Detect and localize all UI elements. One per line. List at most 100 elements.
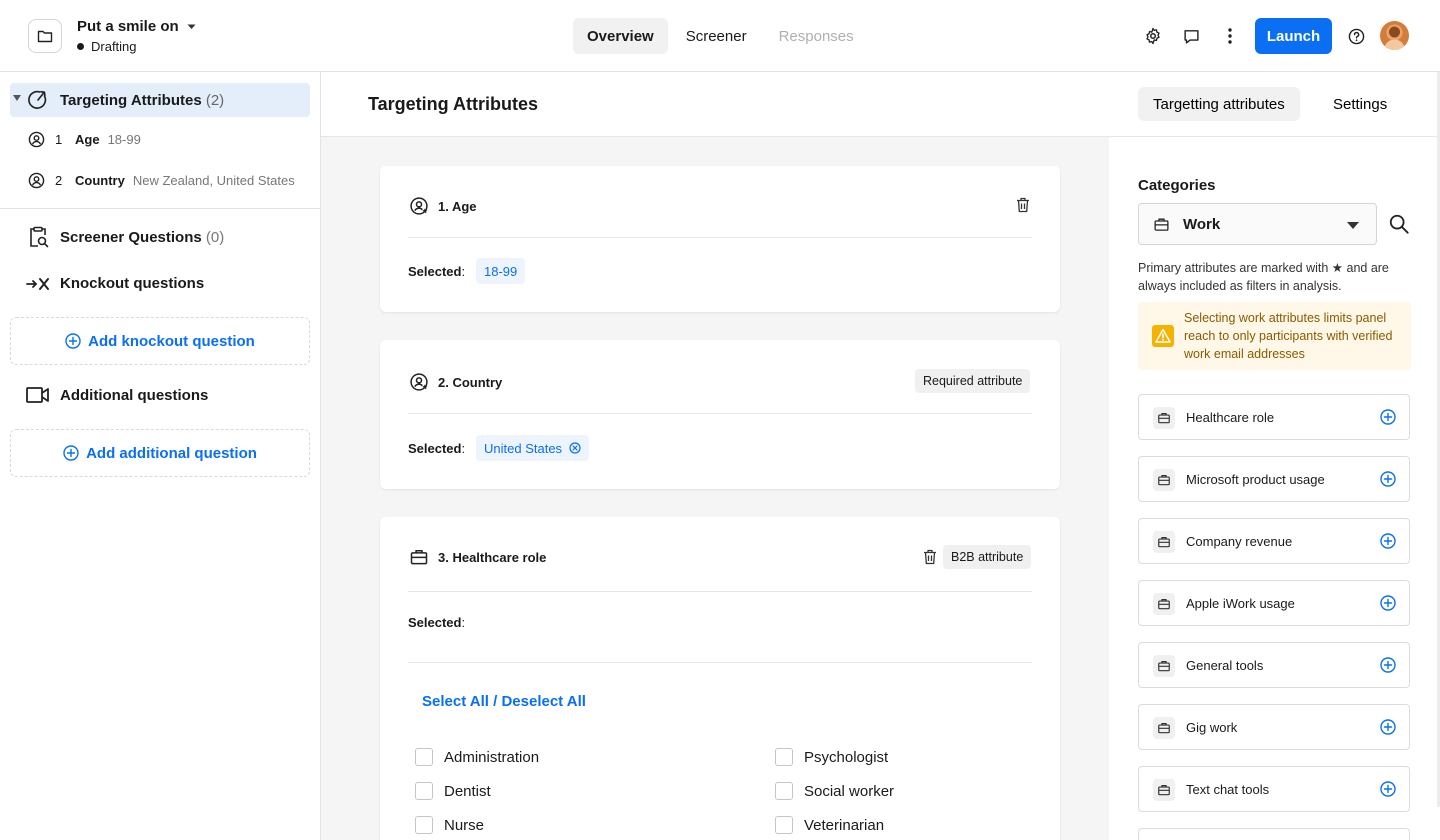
attribute-value: New Zealand, United States bbox=[132, 172, 295, 188]
checkbox[interactable] bbox=[775, 748, 793, 766]
attribute-option-label: Healthcare role bbox=[1186, 410, 1275, 425]
tab-settings[interactable]: Settings bbox=[1318, 87, 1402, 121]
chip-label: United States bbox=[484, 440, 563, 456]
help-button[interactable] bbox=[1344, 24, 1368, 48]
warning-text: Selecting work attributes limits panel r… bbox=[1184, 311, 1393, 361]
sidebar-attribute-age[interactable]: 1 Age 18-99 bbox=[28, 129, 141, 149]
search-icon bbox=[1389, 214, 1409, 234]
selected-chip[interactable]: 18-99 bbox=[476, 258, 526, 284]
tab-overview[interactable]: Overview bbox=[573, 18, 668, 54]
sidebar-item-knockout-questions[interactable]: Knockout questions bbox=[26, 275, 204, 292]
help-icon bbox=[1348, 28, 1364, 44]
search-button[interactable] bbox=[1388, 213, 1410, 235]
card-title: 1. Age bbox=[409, 196, 477, 216]
option-psychologist[interactable]: Psychologist bbox=[775, 748, 888, 766]
selected-label: Selected: bbox=[408, 264, 466, 279]
option-veterinarian[interactable]: Veterinarian bbox=[775, 816, 884, 834]
add-circle-icon[interactable] bbox=[1380, 533, 1396, 549]
attribute-option-healthcare-role[interactable]: Healthcare role bbox=[1138, 394, 1410, 440]
add-additional-label: Add additional question bbox=[86, 444, 257, 462]
category-dropdown[interactable]: Work bbox=[1138, 203, 1377, 245]
more-button[interactable] bbox=[1218, 24, 1242, 48]
person-star-icon bbox=[410, 373, 428, 391]
sidebar-item-additional-questions[interactable]: Additional questions bbox=[26, 386, 208, 404]
checkbox[interactable] bbox=[775, 816, 793, 834]
add-circle-icon[interactable] bbox=[1380, 595, 1396, 611]
checkbox[interactable] bbox=[415, 748, 433, 766]
project-title[interactable]: Put a smile on bbox=[77, 18, 196, 35]
sidebar-item-targeting-attributes[interactable]: Targeting Attributes (2) bbox=[10, 83, 310, 117]
warning-icon bbox=[1152, 325, 1174, 347]
add-circle-icon[interactable] bbox=[1380, 409, 1396, 425]
card-title-text: 3. Healthcare role bbox=[438, 549, 547, 565]
briefcase-icon bbox=[1154, 218, 1169, 231]
attribute-option-label: Gig work bbox=[1186, 720, 1238, 735]
attribute-value: 18-99 bbox=[107, 131, 141, 147]
video-icon bbox=[26, 387, 49, 403]
add-additional-question-button[interactable]: Add additional question bbox=[10, 429, 310, 477]
left-sidebar: Targeting Attributes (2) 1 Age 18-99 2 C… bbox=[0, 72, 321, 840]
work-attributes-warning: Selecting work attributes limits panel r… bbox=[1138, 302, 1411, 370]
comments-button[interactable] bbox=[1179, 24, 1203, 48]
selected-label: Selected: bbox=[408, 615, 466, 630]
attribute-option-company-revenue[interactable]: Company revenue bbox=[1138, 518, 1410, 564]
attribute-name: Country bbox=[75, 172, 125, 188]
clipboard-search-icon bbox=[30, 226, 49, 248]
checkbox[interactable] bbox=[415, 816, 433, 834]
main-tabs: Overview Screener Responses bbox=[573, 18, 868, 54]
option-administration[interactable]: Administration bbox=[415, 748, 539, 766]
delete-button[interactable] bbox=[1016, 197, 1030, 213]
attribute-option-partial[interactable] bbox=[1138, 828, 1410, 840]
remove-chip-icon[interactable] bbox=[569, 442, 581, 454]
card-title-text: 2. Country bbox=[438, 374, 503, 390]
selected-label-text: Selected bbox=[408, 615, 462, 630]
select-all-button[interactable]: Select All / Deselect All bbox=[422, 693, 586, 710]
user-avatar[interactable] bbox=[1380, 21, 1409, 50]
collapse-caret-icon[interactable] bbox=[13, 95, 21, 101]
attribute-option-general-tools[interactable]: General tools bbox=[1138, 642, 1410, 688]
option-dentist[interactable]: Dentist bbox=[415, 782, 491, 800]
add-circle-icon[interactable] bbox=[1380, 719, 1396, 735]
screener-label-text: Screener Questions bbox=[60, 228, 202, 246]
attribute-option-apple-iwork-usage[interactable]: Apple iWork usage bbox=[1138, 580, 1410, 626]
attribute-option-text-chat-tools[interactable]: Text chat tools bbox=[1138, 766, 1410, 812]
arrow-x-icon bbox=[26, 277, 49, 290]
targeting-label-text: Targeting Attributes bbox=[60, 92, 202, 109]
attribute-number: 1 bbox=[55, 131, 63, 147]
project-status: Drafting bbox=[77, 39, 137, 54]
targeting-attributes-label: Targeting Attributes (2) bbox=[60, 92, 224, 109]
folder-button[interactable] bbox=[28, 19, 62, 53]
sidebar-attribute-country[interactable]: 2 Country New Zealand, United States bbox=[28, 170, 295, 190]
targeting-count: (2) bbox=[205, 92, 225, 109]
sidebar-item-screener-questions[interactable]: Screener Questions (0) bbox=[26, 225, 224, 249]
settings-icon bbox=[1146, 27, 1160, 45]
attribute-option-gig-work[interactable]: Gig work bbox=[1138, 704, 1410, 750]
selected-chip: United States bbox=[476, 435, 590, 461]
chat-icon bbox=[1183, 29, 1199, 44]
add-circle-icon[interactable] bbox=[1380, 781, 1396, 797]
avatar-image bbox=[1384, 26, 1405, 50]
add-knockout-question-button[interactable]: Add knockout question bbox=[10, 317, 310, 365]
attribute-option-label: Company revenue bbox=[1186, 534, 1293, 549]
tab-responses[interactable]: Responses bbox=[765, 18, 868, 54]
option-nurse[interactable]: Nurse bbox=[415, 816, 484, 834]
page-title: Targeting Attributes bbox=[368, 94, 538, 114]
status-text: Drafting bbox=[91, 39, 137, 54]
add-circle-icon[interactable] bbox=[1380, 657, 1396, 673]
add-circle-icon[interactable] bbox=[1380, 471, 1396, 487]
settings-button[interactable] bbox=[1141, 24, 1165, 48]
briefcase-icon bbox=[1153, 531, 1175, 553]
selected-label-text: Selected bbox=[408, 264, 462, 279]
checkbox[interactable] bbox=[775, 782, 793, 800]
checkbox[interactable] bbox=[415, 782, 433, 800]
briefcase-icon bbox=[1153, 469, 1175, 491]
tab-targetting-attributes[interactable]: Targetting attributes bbox=[1138, 87, 1300, 121]
attribute-option-microsoft-product-usage[interactable]: Microsoft product usage bbox=[1138, 456, 1410, 502]
option-social-worker[interactable]: Social worker bbox=[775, 782, 894, 800]
primary-attributes-note: Primary attributes are marked with ★ and… bbox=[1138, 261, 1389, 293]
tab-screener[interactable]: Screener bbox=[672, 18, 761, 54]
person-badge-icon bbox=[28, 131, 45, 147]
delete-button[interactable] bbox=[923, 549, 937, 565]
right-panel-tabs: Targetting attributes Settings bbox=[1109, 72, 1440, 137]
launch-button[interactable]: Launch bbox=[1255, 18, 1332, 54]
